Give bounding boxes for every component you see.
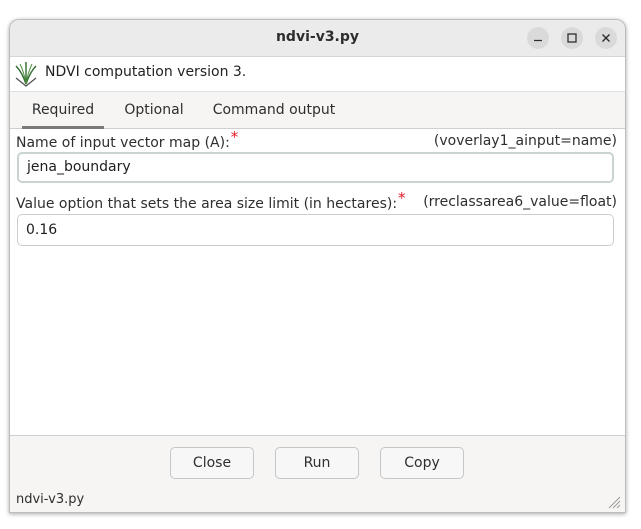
- maximize-icon: [567, 33, 577, 43]
- run-button[interactable]: Run: [275, 447, 359, 479]
- required-marker: *: [230, 128, 239, 146]
- maximize-button[interactable]: [561, 27, 583, 49]
- status-text: ndvi-v3.py: [16, 492, 85, 507]
- minimize-icon: [534, 39, 542, 42]
- module-header: NDVI computation version 3.: [10, 57, 625, 92]
- grass-icon: [15, 62, 37, 87]
- minimize-button[interactable]: [527, 27, 549, 49]
- close-button[interactable]: Close: [170, 447, 254, 479]
- area-limit-field[interactable]: 0.16: [17, 214, 614, 246]
- required-panel: Name of input vector map (A):* (voverlay…: [10, 128, 625, 435]
- status-bar: ndvi-v3.py: [10, 491, 625, 512]
- input-map-label: Name of input vector map (A):*: [16, 128, 239, 151]
- resize-grip-icon[interactable]: [607, 495, 621, 509]
- close-window-button[interactable]: [595, 27, 617, 49]
- input-map-label-row: Name of input vector map (A):* (voverlay…: [16, 128, 617, 151]
- tab-optional[interactable]: Optional: [114, 92, 194, 128]
- area-limit-param-hint: (rreclassarea6_value=float): [423, 194, 617, 210]
- area-limit-label: Value option that sets the area size lim…: [16, 189, 406, 212]
- copy-button[interactable]: Copy: [380, 447, 464, 479]
- title-bar[interactable]: ndvi-v3.py: [10, 20, 625, 57]
- required-marker: *: [398, 189, 406, 207]
- dialog-window: ndvi-v3.py NDVI computation version 3. R…: [9, 19, 626, 513]
- tab-command-output[interactable]: Command output: [204, 92, 344, 128]
- tab-required[interactable]: Required: [22, 92, 104, 129]
- tab-bar: Required Optional Command output: [10, 92, 625, 129]
- module-description: NDVI computation version 3.: [45, 64, 247, 80]
- button-bar: Close Run Copy: [10, 435, 625, 492]
- close-icon: [602, 34, 610, 42]
- area-limit-label-row: Value option that sets the area size lim…: [16, 189, 617, 212]
- input-map-field[interactable]: jena_boundary: [17, 152, 614, 183]
- input-map-param-hint: (voverlay1_ainput=name): [433, 133, 617, 149]
